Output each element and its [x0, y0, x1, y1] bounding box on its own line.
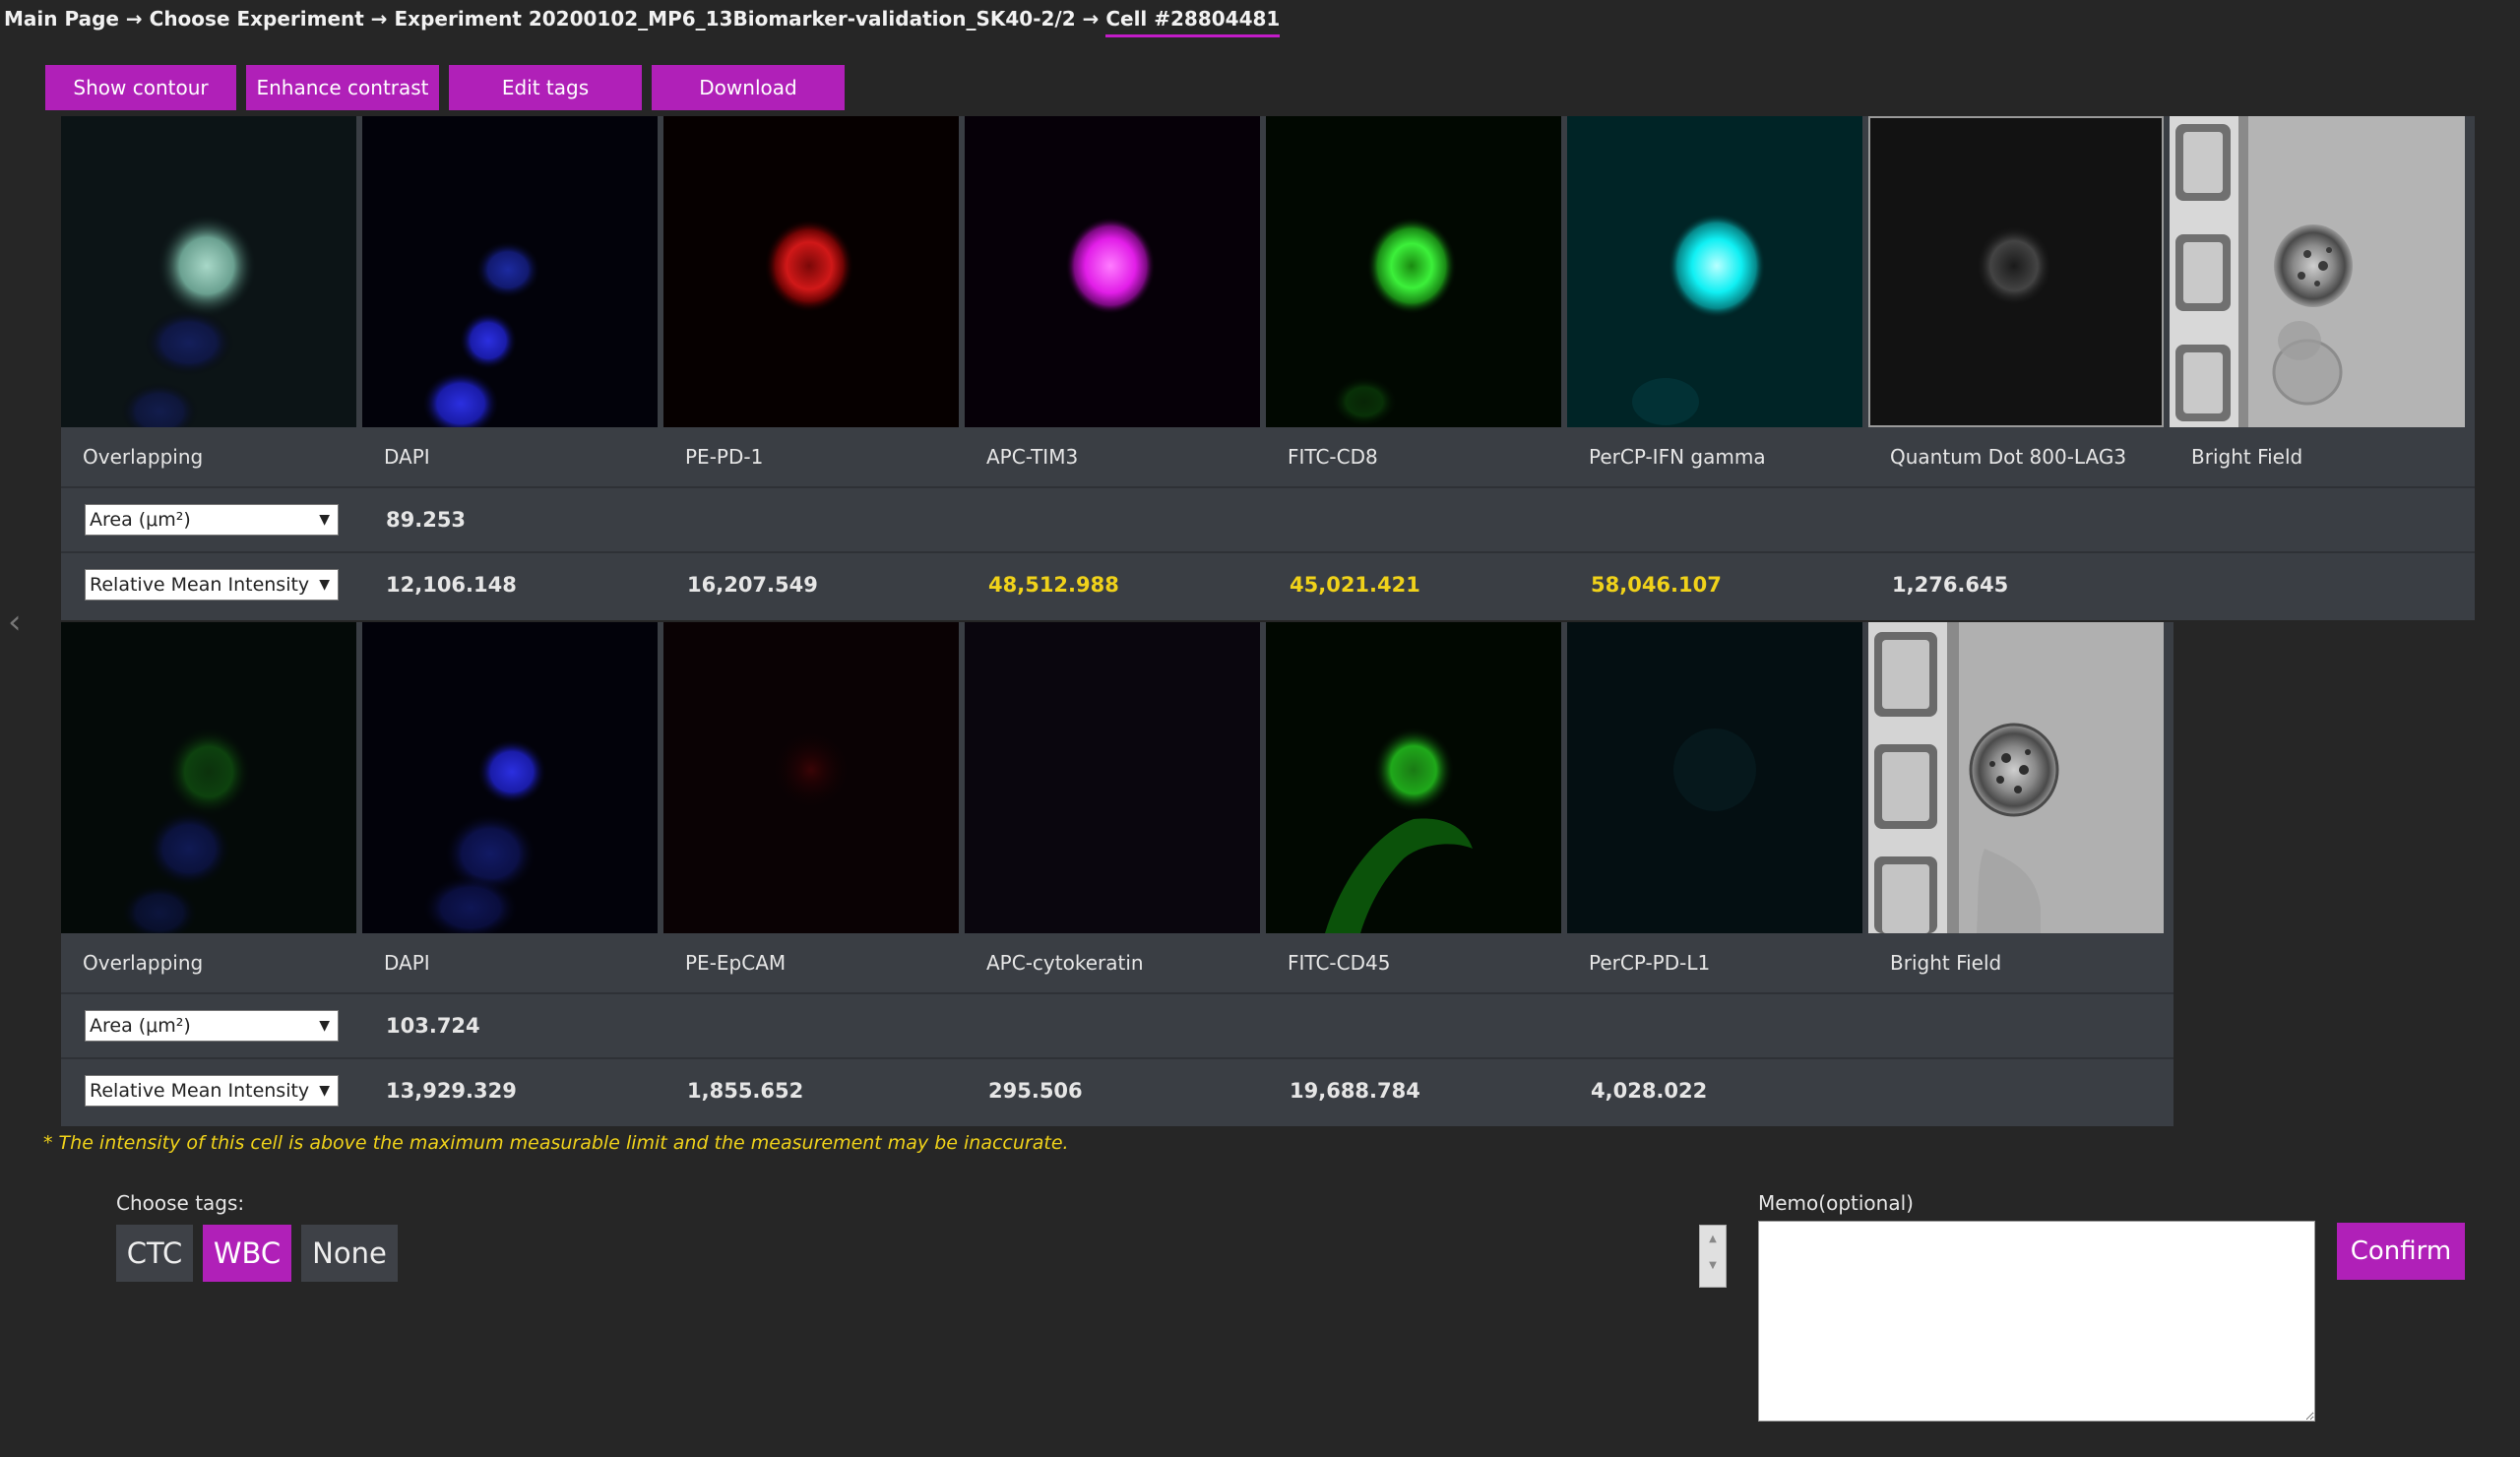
stepper-down-icon[interactable]: ▼: [1700, 1260, 1726, 1271]
channel-fitc-cd8: FITC-CD8 45,021.421: [1266, 116, 1561, 620]
caret-down-icon: ▼: [319, 1083, 330, 1099]
channel-percp-pd-l1: PerCP-PD-L1 4,028.022: [1567, 622, 1862, 1126]
memo-label: Memo(optional): [1758, 1191, 1914, 1215]
area-select[interactable]: Area (μm²) ▼: [85, 504, 339, 536]
channel-pe-pd-1: PE-PD-1 16,207.549: [663, 116, 959, 620]
caret-down-icon: ▼: [319, 577, 330, 593]
tag-wbc-button[interactable]: WBC: [203, 1225, 291, 1282]
edit-tags-button[interactable]: Edit tags: [449, 65, 642, 110]
memo-textarea[interactable]: [1758, 1221, 2315, 1422]
intensity-value: 58,046.107: [1591, 573, 1722, 597]
channel-label: PE-EpCAM: [685, 951, 787, 975]
intensity-value: 19,688.784: [1290, 1079, 1420, 1103]
enhance-contrast-button[interactable]: Enhance contrast: [246, 65, 439, 110]
area-value: 103.724: [386, 1014, 480, 1038]
cell-image-overlapping[interactable]: [61, 622, 356, 933]
intensity-value: 48,512.988: [988, 573, 1119, 597]
channel-label: DAPI: [384, 445, 430, 469]
choose-tags-label: Choose tags:: [116, 1191, 245, 1215]
channel-label: Overlapping: [83, 951, 204, 975]
channel-label: FITC-CD8: [1288, 445, 1378, 469]
cell-image-fitc-cd45[interactable]: [1266, 622, 1561, 933]
channel-label: PerCP-PD-L1: [1589, 951, 1711, 975]
channel-panel-top: Overlapping Area (μm²) ▼ Relative Mean In…: [61, 116, 2475, 620]
tag-none-button[interactable]: None: [301, 1225, 398, 1282]
channel-label: APC-TIM3: [986, 445, 1079, 469]
intensity-value: 12,106.148: [386, 573, 517, 597]
cell-image-overlapping[interactable]: [61, 116, 356, 427]
intensity-value: 1,855.652: [687, 1079, 804, 1103]
channel-fitc-cd45: FITC-CD45 19,688.784: [1266, 622, 1561, 1126]
channel-dapi: DAPI 103.724 13,929.329: [362, 622, 658, 1126]
channel-apc-tim3: APC-TIM3 48,512.988: [965, 116, 1260, 620]
channel-label: Quantum Dot 800-LAG3: [1890, 445, 2127, 469]
channel-label: PE-PD-1: [685, 445, 764, 469]
channel-label: PerCP-IFN gamma: [1589, 445, 1766, 469]
confirm-button[interactable]: Confirm: [2337, 1223, 2465, 1280]
cell-image-bright-field[interactable]: [2170, 116, 2465, 427]
intensity-value: 295.506: [988, 1079, 1083, 1103]
channel-apc-cytokeratin: APC-cytokeratin 295.506: [965, 622, 1260, 1126]
intensity-value: 13,929.329: [386, 1079, 517, 1103]
stepper-up-icon[interactable]: ▲: [1700, 1234, 1726, 1244]
channel-label: Overlapping: [83, 445, 204, 469]
channel-bright-field: Bright Field: [2170, 116, 2465, 620]
cell-image-dapi[interactable]: [362, 622, 658, 933]
channel-percp-ifn-gamma: PerCP-IFN gamma 58,046.107: [1567, 116, 1862, 620]
channel-label: APC-cytokeratin: [986, 951, 1144, 975]
cell-image-apc-cytokeratin[interactable]: [965, 622, 1260, 933]
channel-label: Bright Field: [2191, 445, 2303, 469]
tag-ctc-button[interactable]: CTC: [116, 1225, 193, 1282]
memo-scroll-stepper[interactable]: ▲ ▼: [1699, 1225, 1727, 1288]
cell-image-percp-ifn-gamma[interactable]: [1567, 116, 1862, 427]
breadcrumb-path[interactable]: Main Page → Choose Experiment → Experime…: [4, 7, 1105, 31]
intensity-value: 45,021.421: [1290, 573, 1420, 597]
chevron-left-icon[interactable]: ‹: [8, 602, 22, 642]
toolbar: Show contour Enhance contrast Edit tags …: [45, 65, 845, 110]
cell-image-pe-epcam[interactable]: [663, 622, 959, 933]
channel-label: FITC-CD45: [1288, 951, 1391, 975]
intensity-value: 4,028.022: [1591, 1079, 1708, 1103]
cell-image-quantum-dot-800-lag3[interactable]: [1868, 116, 2164, 427]
area-value: 89.253: [386, 508, 467, 532]
intensity-select[interactable]: Relative Mean Intensity ▼: [85, 1075, 339, 1107]
cell-image-percp-pd-l1[interactable]: [1567, 622, 1862, 933]
tag-selector: CTC WBC None: [116, 1225, 398, 1282]
caret-down-icon: ▼: [319, 512, 330, 528]
intensity-warning-note: * The intensity of this cell is above th…: [43, 1132, 1069, 1154]
area-select[interactable]: Area (μm²) ▼: [85, 1010, 339, 1042]
channel-pe-epcam: PE-EpCAM 1,855.652: [663, 622, 959, 1126]
show-contour-button[interactable]: Show contour: [45, 65, 236, 110]
breadcrumb-current: Cell #28804481: [1105, 7, 1281, 37]
download-button[interactable]: Download: [652, 65, 845, 110]
channel-bright-field: Bright Field: [1868, 622, 2164, 1126]
intensity-value: 1,276.645: [1892, 573, 2009, 597]
cell-image-pe-pd-1[interactable]: [663, 116, 959, 427]
cell-image-bright-field[interactable]: [1868, 622, 2164, 933]
channel-label: Bright Field: [1890, 951, 2002, 975]
channel-quantum-dot-800-lag3: Quantum Dot 800-LAG3 1,276.645: [1868, 116, 2164, 620]
breadcrumb: Main Page → Choose Experiment → Experime…: [4, 0, 1281, 37]
cell-image-dapi[interactable]: [362, 116, 658, 427]
caret-down-icon: ▼: [319, 1018, 330, 1034]
cell-image-apc-tim3[interactable]: [965, 116, 1260, 427]
channel-label: DAPI: [384, 951, 430, 975]
intensity-select[interactable]: Relative Mean Intensity ▼: [85, 569, 339, 601]
channel-dapi: DAPI 89.253 12,106.148: [362, 116, 658, 620]
channel-panel-bottom: Overlapping Area (μm²) ▼ Relative Mean In…: [61, 622, 2174, 1126]
intensity-value: 16,207.549: [687, 573, 818, 597]
cell-image-fitc-cd8[interactable]: [1266, 116, 1561, 427]
channel-overlapping: Overlapping Area (μm²) ▼ Relative Mean In…: [61, 116, 356, 620]
channel-overlapping: Overlapping Area (μm²) ▼ Relative Mean In…: [61, 622, 356, 1126]
